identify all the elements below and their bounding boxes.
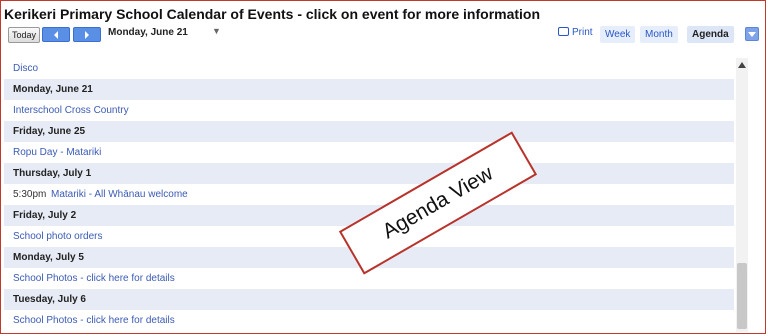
event-title[interactable]: School Photos - click here for details xyxy=(13,315,175,326)
agenda-list: Disco Monday, June 21 Interschool Cross Co… xyxy=(4,58,734,332)
day-label: Friday, June 25 xyxy=(13,126,86,137)
agenda-event[interactable]: Disco xyxy=(4,58,734,79)
tab-week[interactable]: Week xyxy=(600,26,636,43)
print-label: Print xyxy=(572,27,593,38)
tab-month[interactable]: Month xyxy=(640,26,678,43)
agenda-day-header: Monday, June 21 xyxy=(4,79,734,100)
day-label: Thursday, July 1 xyxy=(13,168,92,179)
event-title[interactable]: Matariki - All Whānau welcome xyxy=(51,189,188,200)
event-title[interactable]: Ropu Day - Matariki xyxy=(13,147,101,158)
day-label: Monday, June 21 xyxy=(13,84,93,95)
calendar-title: Kerikeri Primary School Calendar of Even… xyxy=(4,6,541,22)
view-dropdown-button[interactable] xyxy=(745,27,759,41)
current-date-label[interactable]: Monday, June 21 xyxy=(108,27,188,38)
event-title[interactable]: Disco xyxy=(13,63,38,74)
agenda-day-header: Thursday, July 1 xyxy=(4,163,734,184)
date-dropdown-caret-icon[interactable]: ▼ xyxy=(212,26,221,36)
print-link[interactable]: Print xyxy=(558,27,593,38)
chevron-left-icon xyxy=(54,31,58,39)
scroll-up-arrow-icon[interactable] xyxy=(738,62,746,68)
event-title[interactable]: Interschool Cross Country xyxy=(13,105,129,116)
chevron-down-icon xyxy=(748,32,756,37)
event-title[interactable]: School Photos - click here for details xyxy=(13,273,175,284)
agenda-event[interactable]: Ropu Day - Matariki xyxy=(4,142,734,163)
chevron-right-icon xyxy=(85,31,89,39)
today-button[interactable]: Today xyxy=(8,27,41,43)
printer-icon xyxy=(558,27,569,36)
scrollbar-thumb[interactable] xyxy=(737,263,747,329)
day-label: Monday, July 5 xyxy=(13,252,84,263)
agenda-day-header: Tuesday, July 6 xyxy=(4,289,734,310)
event-time: 5:30pm xyxy=(13,189,47,200)
agenda-event[interactable]: 5:30pm Matariki - All Whānau welcome xyxy=(4,184,734,205)
day-label: Friday, July 2 xyxy=(13,210,77,221)
agenda-event[interactable]: School Photos - click here for details xyxy=(4,310,734,331)
agenda-scrollbar[interactable] xyxy=(736,58,748,332)
calendar-toolbar: Today Monday, June 21 ▼ Print Week Month… xyxy=(4,24,764,46)
agenda-event[interactable]: Interschool Cross Country xyxy=(4,100,734,121)
event-title[interactable]: School photo orders xyxy=(13,231,103,242)
next-button[interactable] xyxy=(73,27,101,42)
agenda-day-header: Friday, June 25 xyxy=(4,121,734,142)
day-label: Tuesday, July 6 xyxy=(13,294,86,305)
tab-agenda[interactable]: Agenda xyxy=(687,26,734,43)
prev-button[interactable] xyxy=(42,27,70,42)
